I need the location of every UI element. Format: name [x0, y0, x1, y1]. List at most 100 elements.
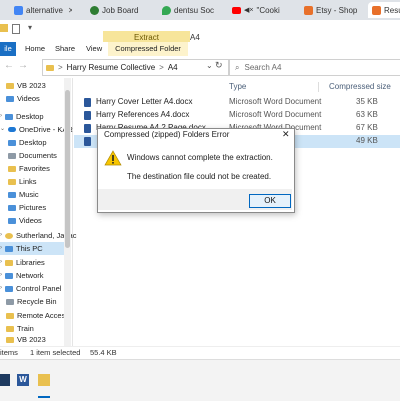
close-tab-icon[interactable]: ✕: [68, 6, 72, 15]
browser-tab-dentsu[interactable]: dentsu Soc: [162, 2, 224, 18]
tab-view[interactable]: View: [86, 43, 102, 55]
chevron-down-icon[interactable]: ⌄: [206, 61, 213, 70]
active-app-indicator: [38, 396, 50, 398]
address-bar[interactable]: > Harry Resume Collective > A4: [42, 59, 229, 76]
nav-item-documents[interactable]: Documents: [8, 149, 57, 162]
nav-item-network[interactable]: › Network: [0, 269, 44, 282]
file-size: 63 KB: [356, 110, 378, 119]
nav-item-videos-onedrive[interactable]: Videos: [8, 214, 42, 227]
word-doc-icon: [84, 124, 91, 133]
browser-tab-label: alternative: [26, 5, 63, 15]
word-doc-icon: [84, 98, 91, 107]
browser-tab-strip: alternative ✕ Job Board dentsu Soc ◀× "C…: [0, 0, 400, 20]
column-divider[interactable]: [318, 82, 319, 92]
file-explorer-taskbar-icon[interactable]: [38, 374, 50, 386]
breadcrumb-separator: >: [159, 63, 164, 72]
file-name: Harry References A4.docx: [96, 110, 190, 119]
dropdown-icon[interactable]: ▾: [28, 23, 32, 32]
status-item-count: items: [0, 348, 18, 357]
warning-icon: [104, 150, 122, 166]
resume-site-icon: [372, 5, 381, 15]
computer-icon: [5, 245, 13, 252]
nav-item-this-pc[interactable]: › This PC: [0, 242, 66, 255]
nav-item-desktop[interactable]: Desktop: [8, 136, 47, 149]
search-icon: ⌕: [235, 62, 240, 72]
tab-compressed-folder-tools[interactable]: Compressed Folder Tools: [108, 42, 188, 67]
task-view-icon[interactable]: [0, 374, 10, 386]
dialog-message-primary: Windows cannot complete the extraction.: [127, 153, 273, 162]
column-header-type[interactable]: Type: [229, 82, 246, 91]
dialog-close-button[interactable]: ✕: [282, 129, 290, 140]
browser-tab-etsy[interactable]: Etsy - Shop: [304, 2, 364, 18]
nav-item-control-panel[interactable]: › Control Panel: [0, 282, 61, 295]
browser-tab-label: Etsy - Shop: [316, 5, 358, 15]
word-app-icon[interactable]: W: [17, 374, 29, 386]
word-doc-icon: [84, 111, 91, 120]
nav-item-desktop-root[interactable]: › Desktop: [0, 110, 44, 123]
file-size: 67 KB: [356, 123, 378, 132]
status-bar: items 1 item selected 55.4 KB: [0, 346, 400, 360]
file-row[interactable]: Harry References A4.docx Microsoft Word …: [74, 109, 400, 122]
nav-item-vb-2023-lower[interactable]: VB 2023: [6, 335, 46, 344]
cloud-icon: [8, 127, 17, 132]
nav-item-pictures[interactable]: Pictures: [8, 201, 46, 214]
folder-icon: [46, 64, 54, 71]
taskbar: W: [0, 359, 400, 401]
search-placeholder: Search A4: [244, 63, 282, 72]
explorer-titlebar: ▾: [0, 20, 400, 38]
file-name: Harry Cover Letter A4.docx: [96, 97, 193, 106]
youtube-icon: [232, 6, 241, 14]
refresh-icon[interactable]: ↻: [215, 60, 223, 71]
search-input[interactable]: ⌕ Search A4: [229, 59, 400, 76]
quick-access-checkbox-icon[interactable]: [12, 24, 20, 34]
control-panel-icon: [5, 285, 13, 292]
job-board-icon: [90, 5, 99, 15]
browser-tab-label: "Cooki: [256, 5, 280, 15]
breadcrumb-harry-resume-collective[interactable]: Harry Resume Collective: [67, 63, 155, 72]
file-type: Microsoft Word Document: [229, 97, 322, 106]
file-size: 35 KB: [356, 97, 378, 106]
browser-tab-label: Job Board: [102, 5, 139, 15]
status-size: 55.4 KB: [90, 348, 117, 357]
dialog-message-secondary: The destination file could not be create…: [127, 172, 272, 181]
nav-item-favorites[interactable]: Favorites: [8, 162, 50, 175]
file-row[interactable]: Harry Cover Letter A4.docx Microsoft Wor…: [74, 96, 400, 109]
nav-item-music[interactable]: Music: [8, 188, 39, 201]
nav-item-libraries[interactable]: › Libraries: [0, 256, 45, 269]
nav-item-vb-2023[interactable]: VB 2023: [6, 79, 46, 92]
navigation-pane: VB 2023 Videos › Desktop ⌄ OneDrive - KAR …: [0, 78, 76, 346]
nav-scrollbar-thumb[interactable]: [65, 90, 70, 248]
folder-icon: [0, 24, 8, 32]
ok-button[interactable]: OK: [249, 194, 291, 208]
nav-item-onedrive[interactable]: ⌄ OneDrive - KAR: [0, 123, 73, 136]
google-icon: [14, 5, 23, 15]
maps-pin-icon: [162, 5, 171, 15]
file-type: Microsoft Word Document: [229, 110, 322, 119]
recycle-bin-icon: [6, 298, 14, 305]
word-doc-icon: [84, 137, 91, 146]
nav-item-remote-access[interactable]: Remote Access: [6, 309, 69, 322]
breadcrumb-a4[interactable]: A4: [168, 63, 178, 72]
browser-tab-label: Resu: [384, 5, 400, 15]
browser-tab-cookies[interactable]: ◀× "Cooki: [232, 2, 296, 18]
browser-tab-label: dentsu Soc: [174, 5, 215, 15]
file-size: 49 KB: [356, 136, 378, 145]
file-tab[interactable]: ile: [0, 42, 16, 56]
nav-item-train[interactable]: Train: [6, 322, 34, 335]
column-header-compressed-size[interactable]: Compressed size: [329, 82, 391, 91]
etsy-icon: [304, 5, 313, 15]
browser-tab-resume[interactable]: Resu: [368, 2, 400, 18]
browser-tab-job-board[interactable]: Job Board: [90, 2, 152, 18]
tab-share[interactable]: Share: [55, 43, 75, 55]
mute-icon: ◀×: [244, 7, 254, 14]
back-arrow-icon[interactable]: ←: [4, 60, 14, 71]
tab-home[interactable]: Home: [25, 43, 45, 55]
network-icon: [5, 272, 13, 279]
status-selected: 1 item selected: [30, 348, 81, 357]
forward-arrow-icon[interactable]: →: [18, 60, 28, 71]
browser-tab-alternative[interactable]: alternative ✕: [14, 2, 72, 18]
dialog-title: Compressed (zipped) Folders Error: [104, 130, 230, 139]
nav-item-recycle-bin[interactable]: Recycle Bin: [6, 295, 57, 308]
nav-item-videos[interactable]: Videos: [6, 92, 40, 105]
nav-item-links[interactable]: Links: [8, 175, 37, 188]
